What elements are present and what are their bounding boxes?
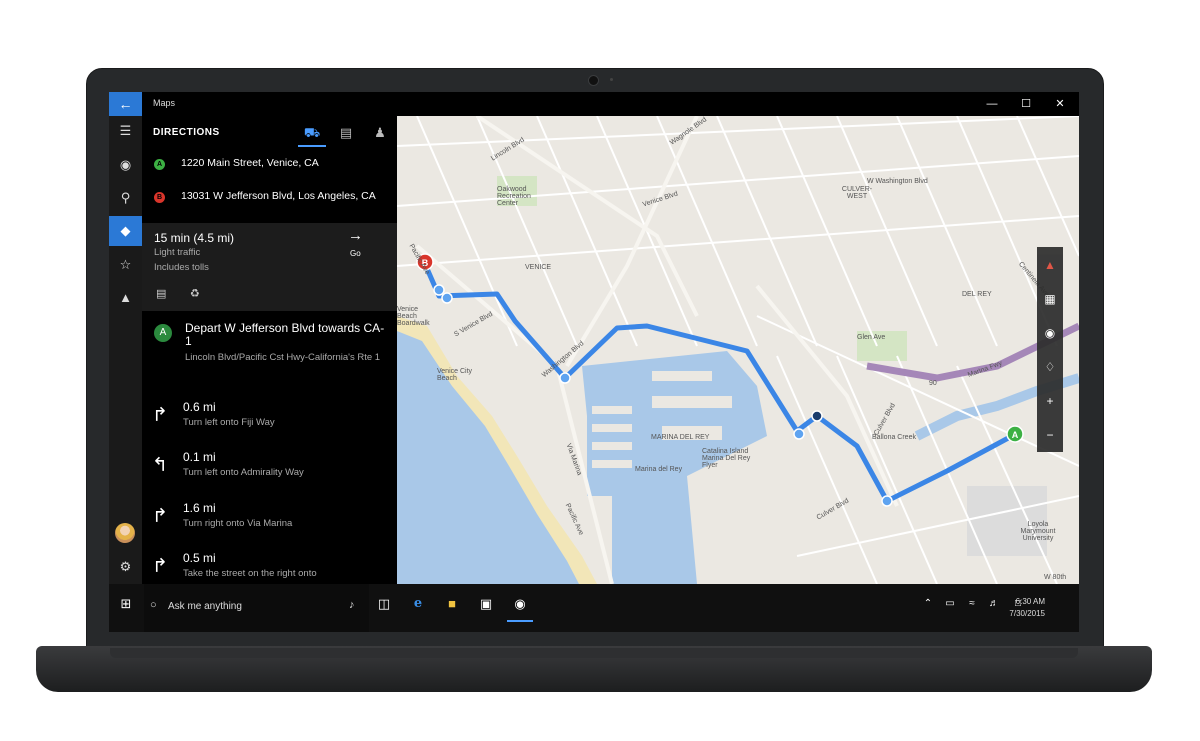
location-icon[interactable]: ◉ <box>109 150 142 180</box>
step-distance: 0.6 mi <box>183 400 216 414</box>
tilt-grid-icon[interactable]: ▦ <box>1037 283 1063 315</box>
minimize-button[interactable]: — <box>984 96 1000 112</box>
map-label: Glen Ave <box>857 334 886 341</box>
go-arrow-icon[interactable]: → <box>348 227 363 244</box>
waypoint-a-badge: A <box>154 159 165 170</box>
cortana-search-box[interactable]: ○ Ask me anything ♪ <box>144 584 369 632</box>
clock-date: 7/30/2015 <box>1009 609 1045 618</box>
print-icon[interactable]: ▤ <box>156 287 166 300</box>
volume-icon[interactable]: ♬ <box>981 598 1007 609</box>
map-controls: ▲ ▦ ◉ ♢ + − <box>1037 247 1063 452</box>
step-distance: 0.5 mi <box>183 551 216 565</box>
route-summary[interactable]: 15 min (4.5 mi) Light traffic Includes t… <box>142 223 397 311</box>
compass-icon[interactable]: ▲ <box>1037 249 1063 281</box>
back-arrow-icon: ← <box>118 96 133 112</box>
step-item[interactable]: ↱ 0.6 mi Turn left onto Fiji Way <box>142 398 397 444</box>
favorites-icon[interactable]: ☆ <box>109 250 142 280</box>
back-button[interactable]: ← <box>109 92 142 116</box>
waypoint-b-badge: B <box>154 192 165 203</box>
tolls-note: Includes tolls <box>154 262 209 273</box>
settings-gear-icon[interactable]: ⚙ <box>109 552 142 582</box>
map-label: Catalina Island Marina Del Rey Flyer <box>702 448 751 469</box>
avatar[interactable] <box>115 523 135 543</box>
directions-icon[interactable]: ◆ <box>109 216 142 246</box>
step-instruction: Turn right onto Via Marina <box>183 518 293 529</box>
svg-text:A: A <box>1012 430 1019 440</box>
map-label: MARINA DEL REY <box>651 434 710 441</box>
go-button[interactable]: Go <box>350 249 361 258</box>
map-label: DEL REY <box>962 291 992 298</box>
depart-subtitle: Lincoln Blvd/Pacific Cst Hwy-California'… <box>185 352 381 363</box>
waypoint-a-address: 1220 Main Street, Venice, CA <box>181 157 319 169</box>
share-icon[interactable]: ♻ <box>190 287 200 300</box>
my-location-icon[interactable]: ◉ <box>1037 317 1063 349</box>
camera-indicator <box>610 78 613 81</box>
turn-right-icon: ↱ <box>152 506 168 527</box>
map-label: Venice Beach Boardwalk <box>397 306 430 327</box>
search-icon[interactable]: ⚲ <box>109 183 142 213</box>
panel-title: DIRECTIONS <box>153 127 220 138</box>
close-button[interactable]: ✕ <box>1052 96 1068 112</box>
step-distance: 0.1 mi <box>183 450 216 464</box>
directions-panel: DIRECTIONS ⛟ ▤ ♟ A 1220 Main Street, Ven… <box>142 116 397 584</box>
depart-badge: A <box>154 324 172 342</box>
clock-time: 6:30 AM <box>1015 597 1045 606</box>
screen: ← Maps — ☐ ✕ ☰ ◉ ⚲ ◆ ☆ ▲ ⚙ DIRECTIONS ⛟ … <box>109 92 1079 632</box>
microphone-icon[interactable]: ♪ <box>349 599 355 611</box>
webcam <box>588 75 599 86</box>
maximize-button[interactable]: ☐ <box>1018 96 1034 112</box>
car-icon[interactable]: ⛟ <box>298 121 326 147</box>
step-item[interactable]: ↱ 1.6 mi Turn right onto Via Marina <box>142 499 397 545</box>
map-label: 90 <box>929 380 937 387</box>
depart-title: Depart W Jefferson Blvd towards CA-1 <box>185 321 385 348</box>
nav-rail: ☰ ◉ ⚲ ◆ ☆ ▲ ⚙ <box>109 116 142 584</box>
zoom-out-icon[interactable]: − <box>1037 419 1063 451</box>
search-placeholder: Ask me anything <box>168 601 242 612</box>
task-view-icon[interactable]: ◫ <box>371 596 397 612</box>
edge-browser-icon[interactable]: e <box>405 596 431 611</box>
step-distance: 1.6 mi <box>183 501 216 515</box>
turn-right-icon: ↱ <box>152 405 168 426</box>
waypoint-b-address: 13031 W Jefferson Blvd, Los Angeles, CA <box>181 190 376 202</box>
map-label: W 80th <box>1044 574 1067 581</box>
step-instruction: Turn left onto Fiji Way <box>183 417 275 428</box>
store-icon[interactable]: ▣ <box>473 596 499 612</box>
map-label: Loyola Marymount University <box>1020 521 1056 542</box>
system-clock[interactable]: 6:30 AM 7/30/2015 <box>1009 596 1045 620</box>
maps-app-icon[interactable]: ◉ <box>507 596 533 622</box>
map-label: Marina del Rey <box>635 466 683 473</box>
title-bar: ← Maps — ☐ ✕ <box>109 92 1079 116</box>
walk-icon[interactable]: ♟ <box>366 121 394 145</box>
route-time: 15 min (4.5 mi) <box>154 231 235 245</box>
step-instruction: Take the street on the right onto <box>183 568 317 579</box>
map-label: CULVER-WEST <box>841 186 873 200</box>
bus-icon[interactable]: ▤ <box>332 121 360 145</box>
start-windows-icon[interactable]: ⊞ <box>113 596 139 612</box>
layers-icon[interactable]: ♢ <box>1037 351 1063 383</box>
turn-right-icon: ↱ <box>152 556 168 577</box>
step-item[interactable]: ↰ 0.1 mi Turn left onto Admirality Way <box>142 448 397 494</box>
laptop-hinge <box>110 648 1078 658</box>
city-3d-icon[interactable]: ▲ <box>109 283 142 313</box>
map-label: VENICE <box>525 264 552 271</box>
step-instruction: Turn left onto Admirality Way <box>183 467 304 478</box>
app-title: Maps <box>153 98 176 108</box>
map-label: Oakwood Recreation Center <box>497 186 531 207</box>
map-label: Venice City Beach <box>437 368 473 382</box>
zoom-in-icon[interactable]: + <box>1037 385 1063 417</box>
map-view[interactable]: B A Lincoln Blvd Wagnole Blvd Venice Blv… <box>397 116 1079 584</box>
taskbar: ⊞ ○ Ask me anything ♪ ◫ e ■ ▣ ◉ ⌃ ▭ ≈ ♬ … <box>109 584 1079 632</box>
traffic-status: Light traffic <box>154 247 201 258</box>
cortana-circle-icon: ○ <box>150 599 157 611</box>
hamburger-menu-icon[interactable]: ☰ <box>109 116 142 146</box>
file-explorer-icon[interactable]: ■ <box>439 596 465 611</box>
map-label: W Washington Blvd <box>867 178 928 185</box>
turn-left-icon: ↰ <box>152 455 168 476</box>
